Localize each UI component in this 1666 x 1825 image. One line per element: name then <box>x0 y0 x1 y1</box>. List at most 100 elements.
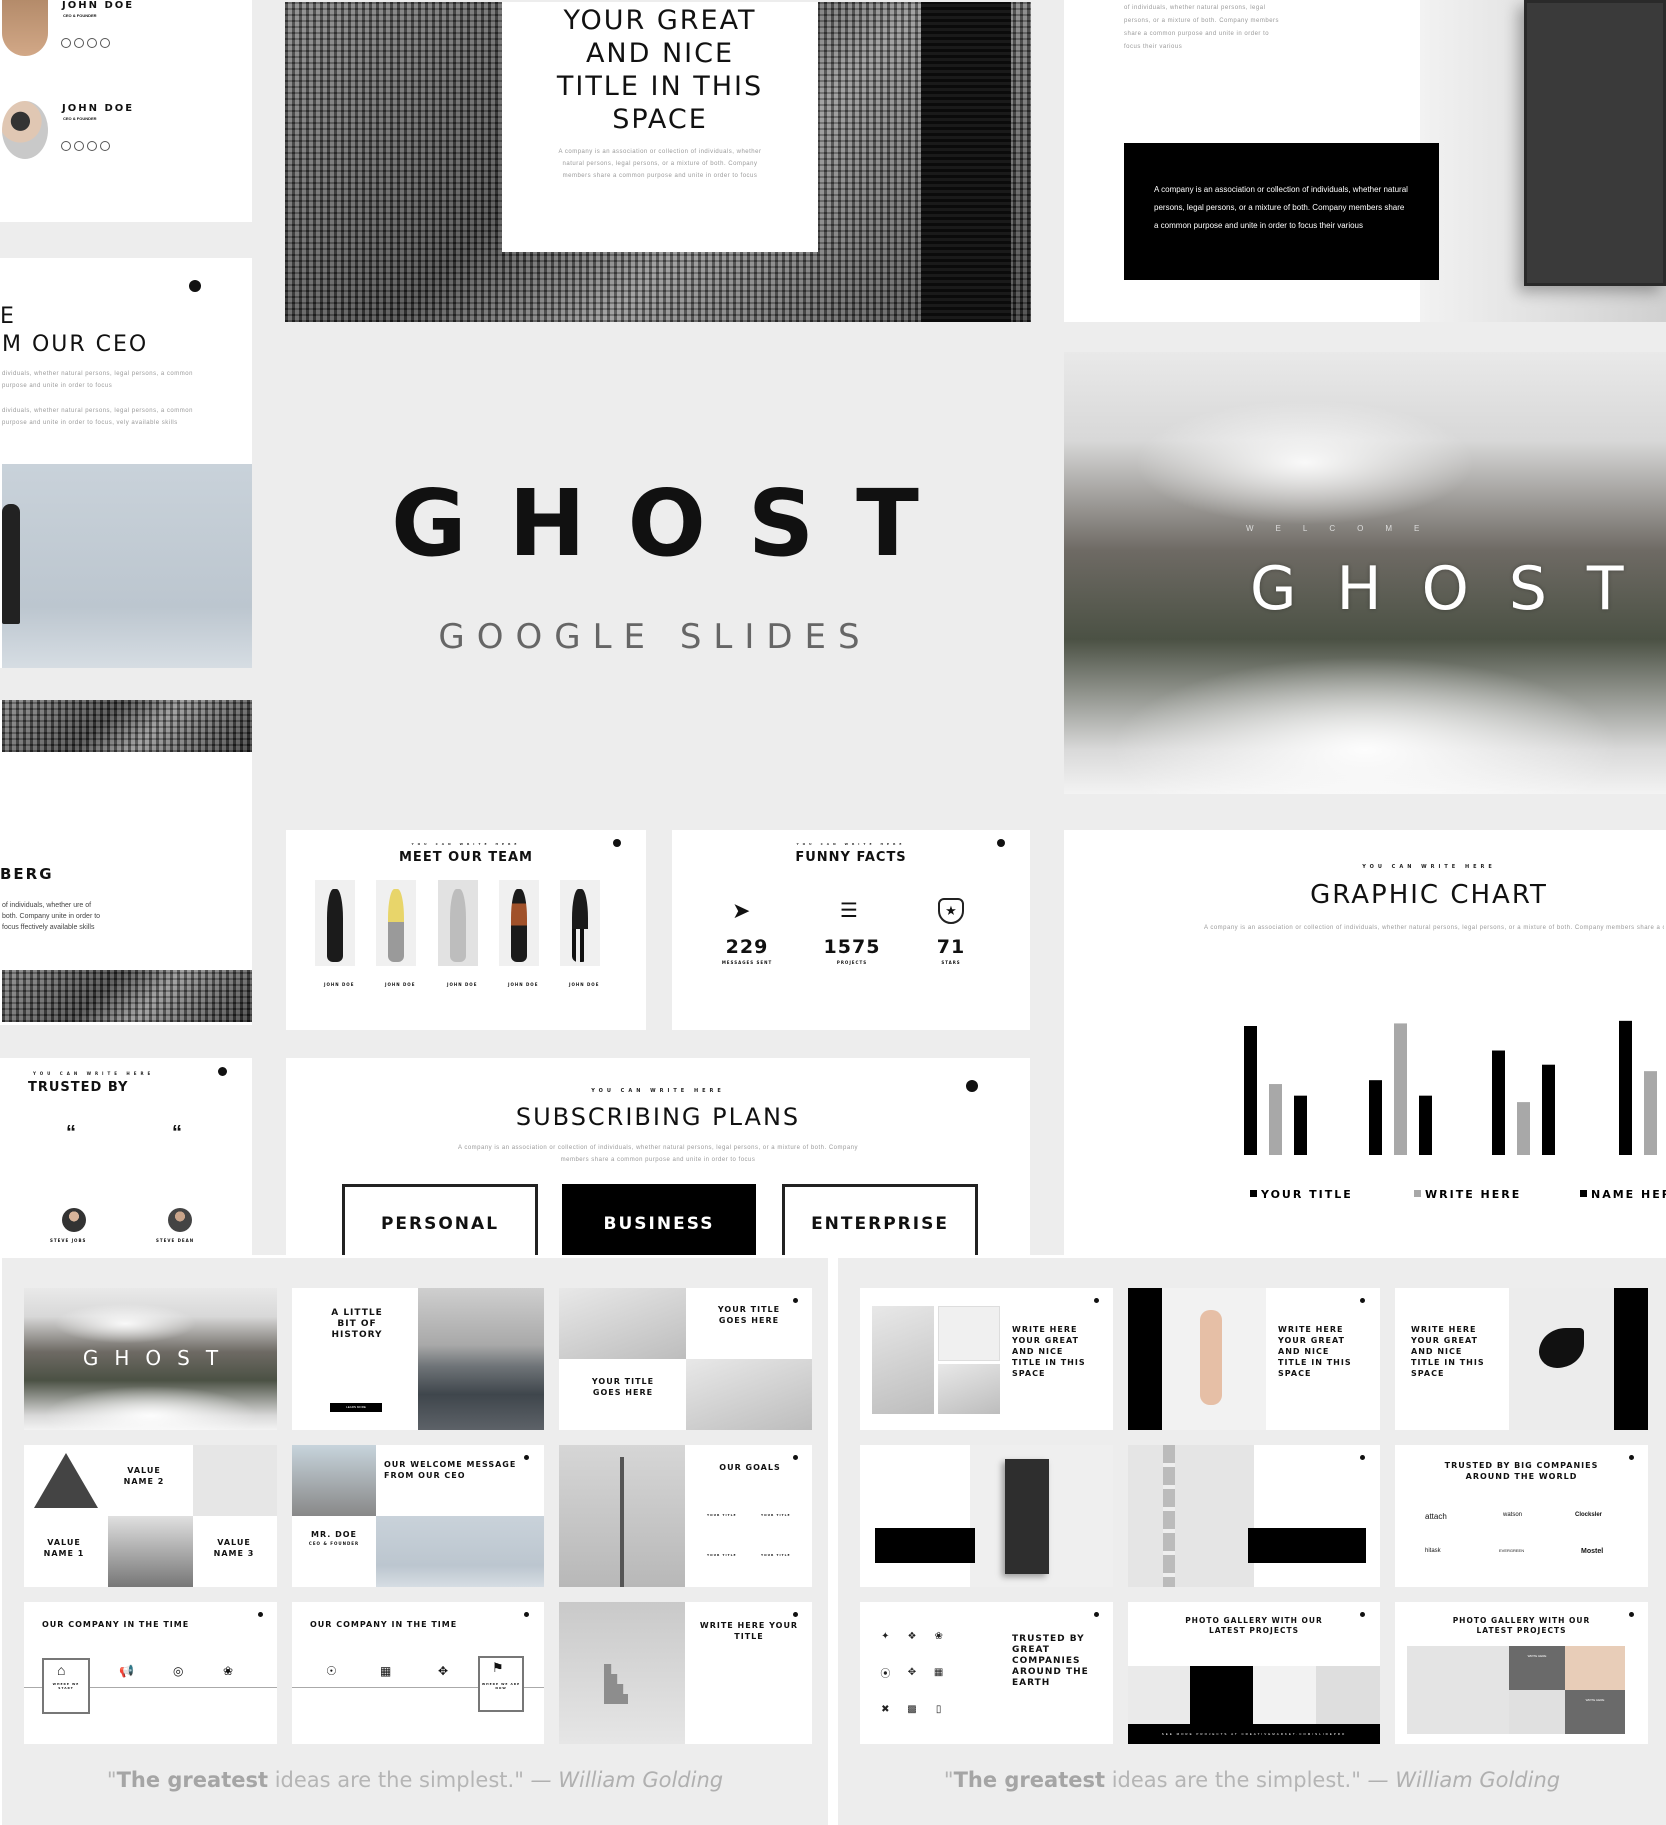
hero-title: GHOST <box>391 470 961 577</box>
thumb-title: GHOST <box>82 1346 235 1370</box>
legend-swatch <box>1580 1190 1587 1197</box>
team-member-photo <box>438 880 478 966</box>
slide-trusted-by: YOU CAN WRITE HERE TRUSTED BY “ “ STEVE … <box>0 1058 252 1255</box>
goal-item: YOUR TITLE <box>761 1553 791 1557</box>
legend-label: YOUR TITLE <box>1260 1188 1353 1201</box>
stairs-graphic <box>604 1664 628 1704</box>
slide-title: BERG <box>0 865 54 883</box>
logo-icon: ▯ <box>935 1704 942 1716</box>
team-member-photo <box>560 880 600 966</box>
thumb-photo <box>108 1516 193 1587</box>
social-icon[interactable] <box>87 141 97 151</box>
learn-more-button[interactable]: LEARN MORE <box>330 1403 382 1412</box>
chart-bar <box>1244 1026 1257 1155</box>
dark-building <box>921 2 1011 322</box>
thumb-photo <box>376 1516 544 1587</box>
avatar <box>2 101 48 159</box>
slide-marker <box>1629 1455 1634 1460</box>
thumb-write-great-3: WRITE HERE YOUR GREAT AND NICE TITLE IN … <box>1395 1288 1648 1430</box>
slide-title-line2: M OUR CEO <box>2 332 149 357</box>
thumb-values: VALUE NAME 2 VALUE NAME 1 VALUE NAME 3 <box>24 1445 277 1587</box>
slide-team-profiles: JOHN DOE CEO & FOUNDER JOHN DOE CEO & FO… <box>0 0 252 222</box>
thumb-company-time-now: OUR COMPANY IN THE TIME ☉ ▦ ✥ ⚑ WHERE WE… <box>292 1602 544 1744</box>
slide-title-line1: E <box>0 304 15 329</box>
black-text-box <box>1248 1528 1366 1563</box>
person-name: STEVE DEAN <box>156 1238 195 1243</box>
slide-marker <box>1360 1612 1365 1617</box>
social-icon[interactable] <box>87 38 97 48</box>
slide-funny-facts: YOU CAN WRITE HERE FUNNY FACTS ➤ ☰ ★ 229… <box>672 830 1030 1030</box>
film-strip <box>1163 1445 1175 1587</box>
fact-label: MESSAGES SENT <box>721 960 773 965</box>
plan-business-button[interactable]: BUSINESS <box>562 1184 756 1255</box>
ceo-name: MR. DOE <box>311 1530 357 1539</box>
move-icon: ✥ <box>438 1664 449 1678</box>
flower-icon: ❀ <box>223 1664 234 1678</box>
slide-marker <box>524 1455 529 1460</box>
chart-bar <box>1369 1080 1382 1155</box>
company-logo: Mostel <box>1581 1548 1604 1555</box>
company-logo: Clocksler <box>1575 1512 1603 1518</box>
thumb-title: PHOTO GALLERY WITH OUR LATEST PROJECTS <box>1452 1616 1591 1635</box>
gallery-footer[interactable]: SEE MORE PROJECTS AT CREATIVEMARKET.COM/… <box>1128 1724 1380 1744</box>
social-icon[interactable] <box>100 38 110 48</box>
plan-personal-button[interactable]: PERSONAL <box>342 1184 538 1255</box>
value-title: VALUE NAME 1 <box>43 1538 85 1558</box>
social-icon[interactable] <box>61 38 71 48</box>
slide-marker <box>189 280 201 292</box>
title-card: YOUR GREAT AND NICE TITLE IN THIS SPACE … <box>502 2 818 252</box>
slide-body: A company is an association or collectio… <box>558 149 762 179</box>
shield-star-icon: ★ <box>938 898 964 924</box>
company-logo: EVERGREEN <box>1499 1548 1525 1553</box>
black-text-box: A company is an association or collectio… <box>1124 143 1439 280</box>
member-name: JOHN DOE <box>62 103 135 114</box>
chair-graphic <box>1539 1328 1584 1368</box>
thumb-title: PHOTO GALLERY WITH OUR LATEST PROJECTS <box>1185 1616 1323 1635</box>
social-icon[interactable] <box>74 38 84 48</box>
social-icon[interactable] <box>61 141 71 151</box>
gallery-photo <box>1407 1646 1509 1734</box>
now-label: WHERE WE ARE NOW <box>481 1682 521 1690</box>
company-logo: attach <box>1425 1512 1447 1521</box>
slide-marker <box>793 1455 798 1460</box>
photo-tray <box>1420 0 1666 322</box>
social-icon[interactable] <box>74 141 84 151</box>
chart-bar <box>1269 1084 1282 1155</box>
slide-kicker: YOU CAN WRITE HERE <box>796 842 906 846</box>
plan-enterprise-button[interactable]: ENTERPRISE <box>782 1184 978 1255</box>
ceo-figure <box>2 504 20 624</box>
legend-swatch <box>1414 1190 1421 1197</box>
member-label: JOHN DOE <box>324 982 355 987</box>
slide-berg: BERG of individuals, whether ure of both… <box>0 700 252 1025</box>
fact-value: 1575 <box>823 936 881 958</box>
quote-text: "The greatest ideas are the simplest." —… <box>943 1768 1561 1792</box>
slide-marker <box>793 1298 798 1303</box>
slide-marker <box>1094 1612 1099 1617</box>
chart-bar <box>1419 1095 1432 1155</box>
gallery-photo <box>1190 1666 1253 1724</box>
thumb-ghost-cover: GHOST <box>24 1288 277 1430</box>
slide-marker <box>1360 1298 1365 1303</box>
collage-right-panel: WRITE HERE YOUR GREAT AND NICE TITLE IN … <box>838 1258 1666 1825</box>
target-icon: ◎ <box>173 1664 184 1678</box>
quote-icon: “ <box>172 1122 182 1144</box>
social-icon[interactable] <box>100 141 110 151</box>
slide-title: TRUSTED BY <box>28 1080 129 1095</box>
thumb-photo <box>1128 1445 1254 1587</box>
thumb-black-box-2 <box>1128 1445 1380 1587</box>
tower-graphic <box>620 1457 624 1587</box>
fact-value: 71 <box>936 936 966 958</box>
slide-ceo-message: E M OUR CEO dividuals, whether natural p… <box>0 258 252 668</box>
thumb-write-great-1: WRITE HERE YOUR GREAT AND NICE TITLE IN … <box>860 1288 1113 1430</box>
member-role: CEO & FOUNDER <box>63 116 97 121</box>
slide-city-title: YOUR GREAT AND NICE TITLE IN THIS SPACE … <box>285 2 1031 322</box>
company-logo: watson <box>1503 1512 1523 1518</box>
gallery-photo <box>1565 1646 1625 1690</box>
member-name: JOHN DOE <box>62 0 135 11</box>
logo-icon: ⦿ <box>880 1669 891 1681</box>
city-strip <box>2 970 252 1022</box>
slide-title: YOUR GREAT AND NICE TITLE IN THIS SPACE <box>556 5 764 135</box>
thumb-photo <box>686 1359 812 1430</box>
thumb-title: TRUSTED BY BIG COMPANIES AROUND THE WORL… <box>1444 1461 1599 1481</box>
avatar <box>2 0 48 56</box>
